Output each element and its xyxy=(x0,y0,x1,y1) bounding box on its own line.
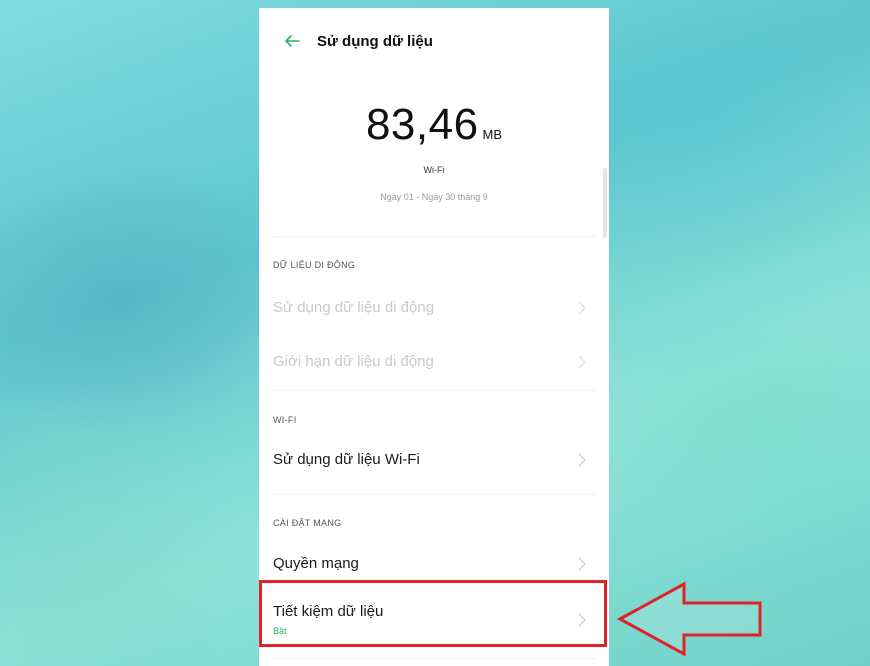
section-header-network: CÀI ĐẶT MẠNG xyxy=(273,518,342,528)
divider xyxy=(273,236,595,237)
wifi-data-usage-row[interactable]: Sử dụng dữ liệu Wi-Fi xyxy=(259,438,609,482)
data-usage-screen: Sử dụng dữ liệu 83,46 MB Wi-Fi Ngày 01 - … xyxy=(259,8,609,666)
page-title: Sử dụng dữ liệu xyxy=(317,33,433,50)
row-label: Quyền mạng xyxy=(273,555,359,572)
divider xyxy=(273,494,595,495)
highlight-box xyxy=(259,580,607,647)
arrow-left-icon xyxy=(285,35,300,47)
mobile-data-limit-row[interactable]: Giới hạn dữ liệu di động xyxy=(259,340,609,384)
section-header-wifi: WI-FI xyxy=(273,415,297,425)
back-button[interactable] xyxy=(281,30,303,52)
chevron-right-icon xyxy=(578,355,586,369)
usage-summary: 83,46 MB xyxy=(259,100,609,150)
section-header-mobile: DỮ LIỆU DI ĐỘNG xyxy=(273,260,356,270)
top-bar: Sử dụng dữ liệu xyxy=(259,30,609,56)
row-label: Giới hạn dữ liệu di động xyxy=(273,353,434,370)
divider xyxy=(273,390,595,391)
connection-type: Wi-Fi xyxy=(423,165,445,175)
chevron-right-icon xyxy=(578,453,586,467)
chevron-right-icon xyxy=(578,557,586,571)
usage-unit: MB xyxy=(482,127,503,142)
divider xyxy=(273,658,595,659)
scrollbar[interactable] xyxy=(603,168,607,238)
usage-amount: 83,46 xyxy=(365,100,479,149)
usage-period: Ngày 01 - Ngày 30 tháng 9 xyxy=(380,192,488,202)
pointer-arrow-icon xyxy=(616,581,762,657)
row-label: Sử dụng dữ liệu Wi-Fi xyxy=(273,451,420,468)
chevron-right-icon xyxy=(578,301,586,315)
mobile-data-usage-row[interactable]: Sử dụng dữ liệu di động xyxy=(259,286,609,330)
row-label: Sử dụng dữ liệu di động xyxy=(273,299,435,316)
